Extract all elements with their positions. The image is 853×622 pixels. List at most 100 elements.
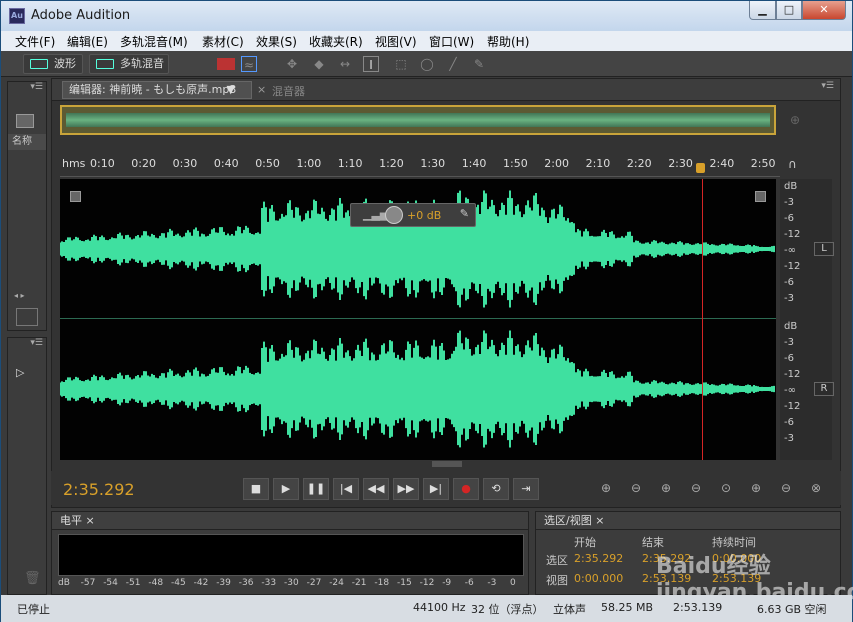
level-tick: -3 <box>487 578 497 588</box>
maximize-button[interactable]: □ <box>776 1 802 20</box>
brush-tool-icon[interactable]: ╱ <box>445 56 461 72</box>
move-tool-icon[interactable]: ✥ <box>284 56 300 72</box>
panel-menu-icon[interactable]: ▾☰ <box>8 338 46 352</box>
time-selection-tool-icon[interactable]: I <box>363 56 379 72</box>
overview-bar[interactable] <box>60 105 776 135</box>
volume-value[interactable]: +0 dB <box>407 209 441 222</box>
menu-clip[interactable]: 素材(C) <box>202 33 244 50</box>
fade-out-handle[interactable] <box>755 191 766 202</box>
spectral-display-icon[interactable] <box>217 58 235 70</box>
go-to-start-button[interactable]: |◀ <box>333 478 359 500</box>
menu-help[interactable]: 帮助(H) <box>487 33 529 50</box>
status-file-size: 58.25 MB <box>601 601 654 614</box>
timeline-label: 1:50 <box>503 157 528 170</box>
level-tick: -24 <box>329 578 344 588</box>
waveform-view-button[interactable]: 波形 <box>23 54 83 74</box>
zoom-out-time-icon[interactable]: ⊖ <box>691 481 701 495</box>
close-button[interactable]: ✕ <box>802 1 846 20</box>
volume-hud: ▁▃▅ +0 dB ✎ <box>350 203 476 227</box>
panel-menu-icon[interactable]: ▾☰ <box>821 81 834 91</box>
zoom-in-amplitude-icon[interactable]: ⊕ <box>601 481 611 495</box>
zoom-in-time-icon[interactable]: ⊕ <box>661 481 671 495</box>
zoom-selection-icon[interactable]: ⊗ <box>811 481 821 495</box>
timeline-label: 1:40 <box>461 157 487 170</box>
level-tick: 0 <box>510 578 516 588</box>
headphones-icon[interactable]: ∩ <box>788 157 797 171</box>
timeline-label: 0:10 <box>90 157 115 170</box>
menu-favorites[interactable]: 收藏夹(R) <box>309 33 363 50</box>
play-icon[interactable]: ▷ <box>16 366 46 379</box>
lasso-tool-icon[interactable]: ◯ <box>419 56 435 72</box>
menu-multitrack[interactable]: 多轨混音(M) <box>120 33 188 50</box>
fade-in-handle[interactable] <box>70 191 81 202</box>
tab-editor[interactable]: 编辑器: 神前暁 - もしも原声.mp3 ▼ <box>62 81 252 99</box>
zoom-out-point-icon[interactable]: ⊖ <box>781 481 791 495</box>
play-button[interactable]: ▶ <box>273 478 299 500</box>
timeline-label: 2:50 <box>750 157 776 170</box>
level-tick: -36 <box>238 578 254 588</box>
left-channel-button[interactable]: L <box>814 242 834 256</box>
minimize-button[interactable]: ▁ <box>749 1 776 20</box>
scrollbar-thumb[interactable] <box>432 461 462 467</box>
level-tick: -51 <box>125 578 141 588</box>
selection-view-panel: 选区/视图 × 开始 结束 持续时间 选区 视图 2:35.292 2:35.2… <box>535 511 853 605</box>
chevron-down-icon[interactable]: ▼ <box>227 82 235 98</box>
right-channel-button[interactable]: R <box>814 382 834 396</box>
menu-view[interactable]: 视图(V) <box>375 33 417 50</box>
marquee-tool-icon[interactable]: ⬚ <box>393 56 409 72</box>
timeline-label: 0:40 <box>213 157 239 170</box>
spot-healing-tool-icon[interactable]: ✎ <box>471 56 487 72</box>
record-button[interactable]: ● <box>453 478 479 500</box>
view-start-value[interactable]: 0:00.000 <box>574 572 623 585</box>
menu-effects[interactable]: 效果(S) <box>256 33 297 50</box>
stop-button[interactable]: ■ <box>243 478 269 500</box>
zoom-target-icon[interactable]: ⊕ <box>790 113 800 127</box>
status-channels: 立体声 <box>553 603 586 616</box>
db-label: -12 <box>784 369 801 380</box>
import-icon[interactable] <box>16 308 38 326</box>
slip-tool-icon[interactable]: ↔ <box>337 56 353 72</box>
timeline-label: 2:20 <box>626 157 652 170</box>
db-label: -∞ <box>784 245 796 256</box>
scroll-arrows[interactable]: ◂ ▸ <box>14 291 25 300</box>
waveform-path <box>60 190 775 448</box>
trash-icon[interactable]: 🗑 <box>24 571 41 586</box>
frequency-display-icon[interactable]: ≈ <box>241 56 257 72</box>
volume-knob[interactable] <box>385 206 403 224</box>
close-tab-icon[interactable]: × <box>257 83 266 96</box>
tab-mixer[interactable]: 混音器 <box>272 83 305 99</box>
fast-forward-button[interactable]: ▶▶ <box>393 478 419 500</box>
waveform-icon <box>30 59 48 69</box>
loop-button[interactable]: ⟲ <box>483 478 509 500</box>
db-scale: dB -3 -6 -12 -∞ -12 -6 -3 dB -3 -6 -12 -∞ -12 -6 -3 <box>780 179 832 460</box>
pause-button[interactable]: ❚❚ <box>303 478 329 500</box>
level-tick: -30 <box>284 578 299 588</box>
folder-icon[interactable] <box>16 114 34 128</box>
db-label: -12 <box>784 401 801 412</box>
pin-icon[interactable]: ✎ <box>460 207 469 220</box>
current-time[interactable]: 2:35.292 <box>63 480 135 499</box>
zoom-in-point-icon[interactable]: ⊕ <box>751 481 761 495</box>
razor-tool-icon[interactable]: ◆ <box>311 56 327 72</box>
multitrack-view-button[interactable]: 多轨混音 <box>89 54 169 74</box>
db-label: -3 <box>784 197 794 208</box>
level-tick: -45 <box>171 578 186 588</box>
db-label: dB <box>784 181 798 192</box>
go-to-end-button[interactable]: ▶| <box>423 478 449 500</box>
skip-selection-button[interactable]: ⇥ <box>513 478 539 500</box>
menu-file[interactable]: 文件(F) <box>15 33 55 50</box>
playhead-marker[interactable] <box>696 163 705 173</box>
rewind-button[interactable]: ◀◀ <box>363 478 389 500</box>
db-label: -∞ <box>784 385 796 396</box>
panel-menu-icon[interactable]: ▾☰ <box>8 82 46 96</box>
zoom-out-amplitude-icon[interactable]: ⊖ <box>631 481 641 495</box>
media-panel: ▾☰ ▷ 🗑 <box>7 337 47 595</box>
timeline-ruler[interactable]: hms 0:10 0:20 0:30 0:40 0:50 1:00 1:10 1:20 1:30 1… <box>60 155 780 177</box>
menu-edit[interactable]: 编辑(E) <box>67 33 108 50</box>
menu-window[interactable]: 窗口(W) <box>429 33 474 50</box>
row-view-label: 视图 <box>546 574 568 587</box>
sel-start-value[interactable]: 2:35.292 <box>574 552 623 565</box>
zoom-full-icon[interactable]: ⊙ <box>721 481 731 495</box>
timeline-label: 0:30 <box>172 157 198 170</box>
name-column-header[interactable]: 名称 <box>8 134 46 150</box>
